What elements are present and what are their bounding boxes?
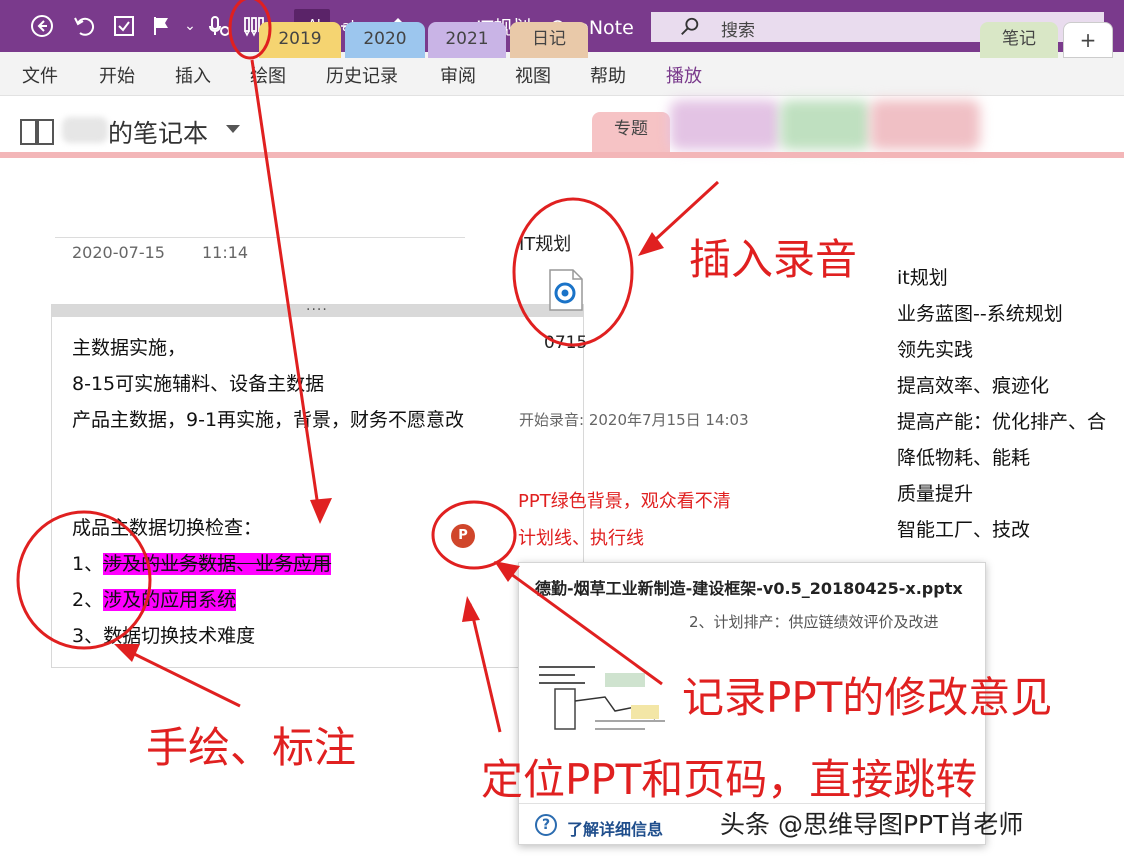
tab-file[interactable]: 文件 (22, 62, 58, 88)
powerpoint-link-icon[interactable]: P (451, 524, 479, 548)
tab-view[interactable]: 视图 (515, 62, 551, 88)
note-line[interactable]: 成品主数据切换检查： (72, 513, 262, 540)
search-placeholder: 搜索 (721, 21, 755, 41)
tab-playback[interactable]: 播放 (666, 62, 702, 88)
list-number: 1、 (72, 553, 104, 575)
chevron-down-icon[interactable]: ⌄ (176, 12, 204, 40)
ppt-filename[interactable]: 德勤-烟草工业新制造-建设框架-v0.5_20180425-x.pptx (535, 575, 963, 599)
blurred-section-tab (780, 100, 870, 150)
annotation-locate-ppt: 定位PPT和页码，直接跳转 (481, 755, 978, 804)
list-item[interactable]: it规划 (897, 263, 948, 290)
add-section-button[interactable]: + (1063, 22, 1113, 58)
section-tab-2021[interactable]: 2021 (428, 22, 506, 58)
section-tab-notes[interactable]: 笔记 (980, 22, 1058, 58)
annotation-insert-audio: 插入录音 (689, 235, 858, 284)
blurred-owner-name (62, 117, 108, 143)
learn-more-link[interactable]: 了解详细信息 (567, 816, 663, 840)
watermark: 头条 @思维导图PPT肖老师 (720, 810, 1024, 839)
undo-icon[interactable] (70, 12, 98, 40)
list-number: 2、 (72, 589, 104, 611)
section-tab-2019[interactable]: 2019 (259, 22, 341, 58)
blurred-section-tab (670, 100, 780, 150)
recording-start-time: 开始录音: 2020年7月15日 14:03 (519, 411, 749, 429)
section-tab-diary[interactable]: 日记 (510, 22, 588, 58)
list-item[interactable]: 领先实践 (897, 335, 973, 362)
list-item[interactable]: 提高效率、痕迹化 (897, 371, 1049, 398)
note-container[interactable]: .... 主数据实施， 8-15可实施辅料、设备主数据 产品主数据，9-1再实施… (51, 298, 584, 668)
help-icon[interactable]: ? (535, 814, 557, 836)
flag-icon[interactable] (148, 12, 176, 40)
highlighted-text[interactable]: 涉及的业务数据、业务应用 (103, 553, 332, 575)
slide-thumbnail[interactable] (535, 661, 675, 741)
tab-history[interactable]: 历史记录 (326, 62, 398, 88)
audio-title: IT规划 (519, 234, 572, 255)
page-time: 11:14 (202, 243, 249, 262)
page-date: 2020-07-15 (72, 243, 165, 262)
ppt-comment[interactable]: 计划线、执行线 (518, 524, 644, 550)
search-icon (681, 17, 699, 35)
section-tab-topics[interactable]: 专题 (592, 112, 670, 156)
audio-file-icon[interactable] (549, 269, 583, 311)
annotation-record-ppt: 记录PPT的修改意见 (682, 673, 1053, 722)
highlighted-text[interactable]: 涉及的应用系统 (103, 589, 237, 611)
list-item[interactable]: 智能工厂、技改 (897, 515, 1030, 542)
tab-review[interactable]: 审阅 (440, 62, 476, 88)
ribbon-tabs: 文件 开始 插入 绘图 历史记录 审阅 视图 帮助 播放 (0, 52, 1124, 96)
ppt-slide-title: 2、计划排产：供应链绩效评价及改进 (689, 613, 939, 631)
back-icon[interactable] (28, 12, 56, 40)
audio-filename[interactable]: 0715 (544, 333, 587, 353)
note-line[interactable]: 3、数据切换技术难度 (72, 621, 255, 648)
list-item[interactable]: 降低物耗、能耗 (897, 443, 1030, 470)
tab-home[interactable]: 开始 (99, 62, 135, 88)
note-line[interactable]: 产品主数据，9-1再实施，背景，财务不愿意改 (72, 405, 464, 432)
list-item[interactable]: 业务蓝图--系统规划 (897, 299, 1063, 326)
notebook-icon[interactable] (20, 119, 54, 145)
note-line[interactable]: 8-15可实施辅料、设备主数据 (72, 369, 324, 396)
list-item[interactable]: 提高产能：优化排产、合 (897, 407, 1124, 434)
section-tab-2020[interactable]: 2020 (345, 22, 425, 58)
audio-record-icon[interactable] (206, 12, 234, 40)
tab-insert[interactable]: 插入 (175, 62, 211, 88)
list-item[interactable]: 质量提升 (897, 479, 973, 506)
ppt-comment[interactable]: PPT绿色背景，观众看不清 (518, 487, 731, 513)
todo-checkbox-icon[interactable] (110, 12, 138, 40)
arrowhead (638, 232, 664, 256)
section-divider (0, 152, 1124, 158)
tab-draw[interactable]: 绘图 (250, 62, 286, 88)
tab-help[interactable]: 帮助 (590, 62, 626, 88)
annotation-hand-draw: 手绘、标注 (146, 723, 357, 772)
container-handle[interactable]: .... (52, 298, 583, 317)
note-line[interactable]: 1、涉及的业务数据、业务应用 (72, 549, 332, 576)
notebook-title[interactable]: 的笔记本 (108, 114, 208, 150)
blurred-section-tab (870, 100, 980, 150)
note-line[interactable]: 主数据实施， (72, 333, 186, 360)
chevron-down-icon[interactable] (226, 125, 240, 133)
page-title-underline (55, 237, 465, 238)
note-line[interactable]: 2、涉及的应用系统 (72, 585, 237, 612)
